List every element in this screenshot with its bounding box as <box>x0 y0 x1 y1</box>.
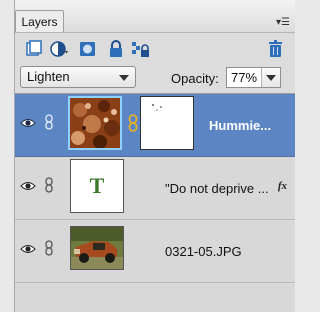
link-icon[interactable] <box>45 177 53 193</box>
layer-name: Hummie... <box>209 118 272 133</box>
fx-icon[interactable]: fx <box>278 180 287 192</box>
chevron-down-icon <box>266 75 276 81</box>
chevron-down-icon <box>119 75 129 81</box>
new-layer-icon[interactable] <box>24 39 46 59</box>
opacity-value: 77% <box>231 70 258 85</box>
opacity-dropdown-button[interactable] <box>261 68 280 87</box>
blend-mode-select[interactable]: Lighten <box>20 66 136 88</box>
opacity-input[interactable]: 77% <box>226 67 281 88</box>
lock-transparency-icon[interactable] <box>130 39 152 59</box>
texture-thumbnail[interactable] <box>68 96 122 150</box>
opacity-label: Opacity: <box>171 71 219 86</box>
mask-link-icon[interactable] <box>128 114 138 132</box>
layers-panel: Layers ▾☰ Lighten Opacity: 77% Hummie...… <box>14 0 295 312</box>
eye-visibility-icon[interactable] <box>20 180 36 192</box>
tab-layers[interactable]: Layers <box>15 10 64 32</box>
layer-mask-thumbnail[interactable] <box>140 96 194 150</box>
layers-list: Hummie... T "Do not deprive ... fx 0321-… <box>15 94 295 312</box>
blend-mode-value: Lighten <box>27 69 70 84</box>
layer-name: 0321-05.JPG <box>165 244 242 259</box>
link-icon[interactable] <box>45 114 53 130</box>
layer-row-photo[interactable]: 0321-05.JPG <box>15 220 295 283</box>
layers-toolbar <box>15 33 295 63</box>
lock-all-icon[interactable] <box>105 39 127 59</box>
layer-controls: Lighten Opacity: 77% <box>15 63 295 94</box>
trash-icon[interactable] <box>265 39 287 59</box>
panel-tab-strip: Layers ▾☰ <box>15 0 295 33</box>
truck-photo-thumbnail[interactable] <box>70 226 124 270</box>
text-layer-icon: T <box>89 173 105 198</box>
adjustment-layer-icon[interactable] <box>49 39 71 59</box>
layer-row-hummie[interactable]: Hummie... <box>15 94 295 157</box>
text-layer-thumbnail[interactable]: T <box>70 159 124 213</box>
layer-name: "Do not deprive ... <box>165 181 269 196</box>
eye-visibility-icon[interactable] <box>20 243 36 255</box>
link-icon[interactable] <box>45 240 53 256</box>
eye-visibility-icon[interactable] <box>20 117 36 129</box>
layer-row-text[interactable]: T "Do not deprive ... fx <box>15 157 295 220</box>
layer-mask-icon[interactable] <box>77 39 99 59</box>
panel-menu-icon[interactable]: ▾☰ <box>276 18 290 28</box>
